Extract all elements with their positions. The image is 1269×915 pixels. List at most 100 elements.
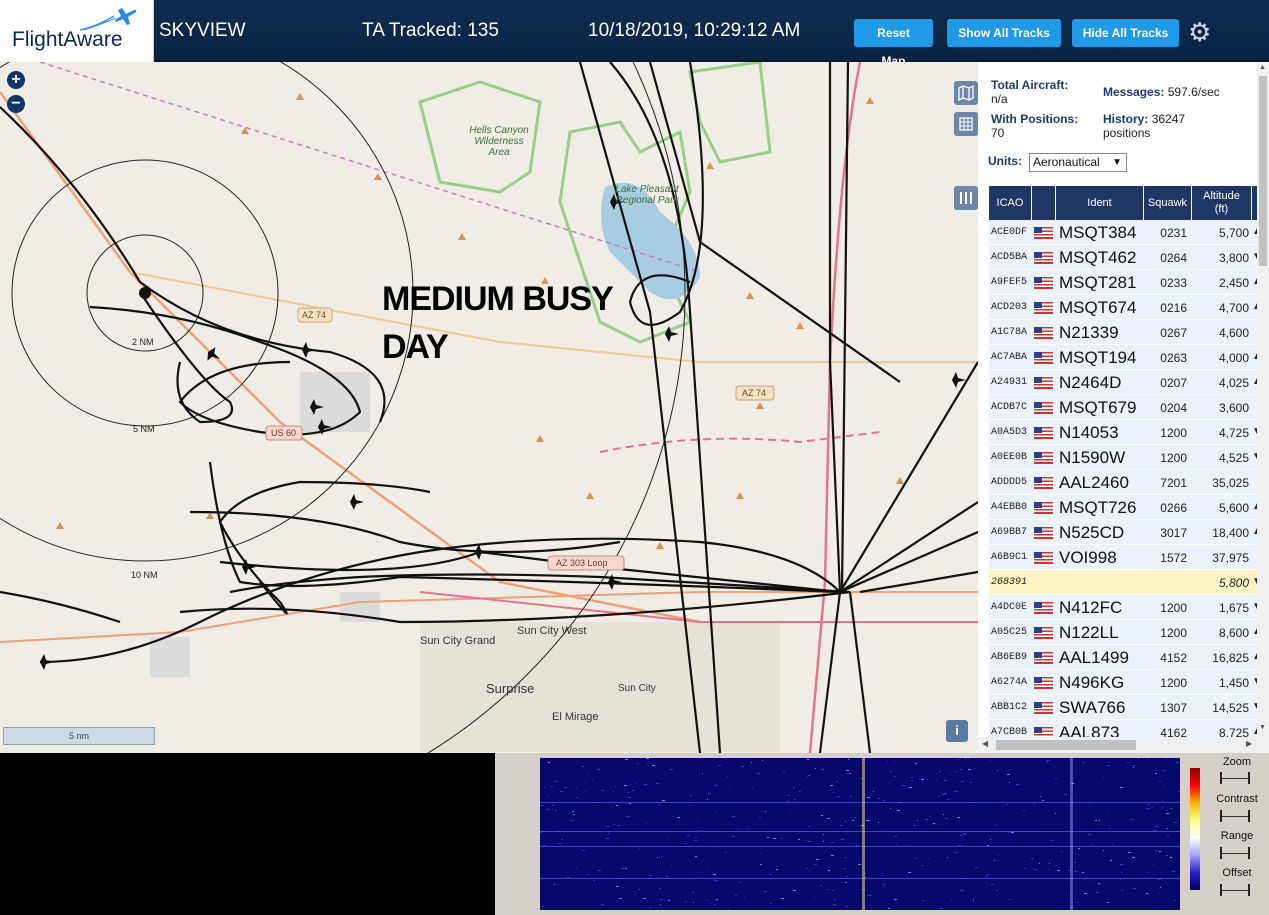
with-positions-value: 70 <box>991 126 1005 140</box>
row-icao: A4DC0E <box>991 602 1028 613</box>
chevron-down-icon: ▼ <box>1112 157 1122 168</box>
gear-icon[interactable]: ⚙ <box>1188 17 1211 48</box>
contrast-slider[interactable] <box>1220 810 1250 822</box>
spectrum-waterfall[interactable] <box>540 758 1180 910</box>
row-squawk: 0264 <box>1160 251 1187 265</box>
table-row[interactable]: A6B9C1 VOI998 1572 37,975 <box>989 545 1257 570</box>
table-row[interactable]: A05C25N122LL12008,600▲ <box>989 620 1262 645</box>
row-ident: MSQT726 <box>1059 498 1137 517</box>
row-icao: ACD5BA <box>991 252 1028 263</box>
table-row[interactable]: ACD203MSQT67402164,700▲ <box>989 295 1262 320</box>
scroll-up-icon[interactable]: ▲ <box>1259 64 1266 71</box>
table-row[interactable]: ACD5BAMSQT46202643,800▼ <box>989 245 1262 270</box>
offset-slider[interactable] <box>1220 884 1250 896</box>
history-label: History: <box>1103 112 1149 126</box>
row-icao: A1C78A <box>991 327 1028 338</box>
col-ident[interactable]: Ident <box>1056 186 1144 220</box>
row-icao: ACE0DF <box>991 227 1028 238</box>
row-squawk: 0266 <box>1160 501 1187 515</box>
table-row[interactable]: A0EE0BN1590W12004,525▼ <box>989 445 1262 470</box>
panel-scrollbar-horizontal[interactable]: ◀ ▶ <box>978 737 1269 753</box>
range-label: Range <box>1220 830 1254 842</box>
range-label-2nm: 2 NM <box>132 337 154 347</box>
table-row[interactable]: A69BB7N525CD301718,400▲ <box>989 520 1262 545</box>
row-ident: N496KG <box>1059 673 1125 692</box>
row-altitude: 4,600 <box>1218 326 1249 340</box>
row-ident: MSQT462 <box>1059 248 1137 267</box>
map-label-lake: Lake Pleasant Regional Park <box>615 184 679 206</box>
with-positions-label: With Positions: <box>991 112 1079 126</box>
table-row[interactable]: A0A5D3N1405312004,725▼ <box>989 420 1262 445</box>
us-flag-icon <box>1034 652 1053 664</box>
row-squawk: 7201 <box>1160 476 1187 490</box>
flightaware-logo[interactable]: FlightAware <box>0 0 154 62</box>
row-ident: N122LL <box>1059 623 1119 642</box>
row-altitude: 2,450 <box>1218 276 1249 290</box>
table-row[interactable]: A1C78A N21339 0267 4,600 <box>989 320 1257 345</box>
row-ident: MSQT674 <box>1059 298 1137 317</box>
col-icao[interactable]: ICAO <box>989 186 1032 220</box>
row-altitude: 4,525 <box>1218 451 1249 465</box>
row-icao: A0EE0B <box>991 452 1028 463</box>
zoom-in-icon[interactable]: + <box>7 71 25 89</box>
zoom-slider[interactable] <box>1220 772 1250 784</box>
header-bar: FlightAware SKYVIEW TA Tracked: 135 10/1… <box>0 0 1269 68</box>
range-slider[interactable] <box>1220 847 1250 859</box>
row-icao: A05C25 <box>991 627 1028 638</box>
table-row[interactable]: ADDDD5 AAL2460 7201 35,025 <box>989 470 1257 495</box>
annotation-line-2: DAY <box>382 328 449 366</box>
panel-scrollbar-vertical[interactable]: ▲ ▼ <box>1257 62 1269 737</box>
row-squawk: 3017 <box>1160 526 1187 540</box>
us-flag-icon <box>1034 677 1053 689</box>
map-view[interactable]: Hells Canyon Wilderness Area Lake Pleasa… <box>0 62 978 753</box>
map-layers-icon[interactable] <box>954 81 978 105</box>
with-positions: With Positions: 70 <box>991 112 1078 140</box>
table-row[interactable]: ABB1C2SWA766130714,525▼ <box>989 695 1262 720</box>
reset-map-button[interactable]: Reset Map <box>854 19 933 68</box>
scroll-down-icon[interactable]: ▼ <box>1259 724 1266 731</box>
row-squawk: 0267 <box>1160 326 1187 340</box>
table-row[interactable]: A9FEF5MSQT28102332,450▲ <box>989 270 1262 295</box>
table-row[interactable]: A24931N2464D02074,025▲ <box>989 370 1262 395</box>
row-ident: N525CD <box>1059 523 1125 542</box>
scroll-right-icon[interactable]: ▶ <box>1246 739 1252 748</box>
aircraft-table-body: ACE0DFMSQT38402315,700▲ ACD5BA MSQT462 0264… <box>989 220 1262 745</box>
row-altitude: 5,700 <box>1218 226 1249 240</box>
us-flag-icon <box>1034 277 1053 289</box>
scroll-thumb[interactable] <box>1259 76 1267 266</box>
total-aircraft-label: Total Aircraft: <box>991 78 1069 92</box>
scroll-left-icon[interactable]: ◀ <box>982 739 988 748</box>
table-row[interactable]: AC7ABAMSQT19402634,000▲ <box>989 345 1262 370</box>
table-row[interactable]: A4DC0EN412FC12001,675▼ <box>989 595 1262 620</box>
annotation-line-1: MEDIUM BUSY <box>382 280 614 318</box>
map-label-us60: US 60 <box>271 428 297 438</box>
info-icon[interactable]: i <box>946 720 968 742</box>
scroll-thumb-horizontal[interactable] <box>996 740 1136 750</box>
show-all-tracks-button[interactable]: Show All Tracks <box>947 19 1061 47</box>
zoom-out-icon[interactable]: − <box>7 95 25 113</box>
table-row[interactable]: A4EBB0MSQT72602665,600▲ <box>989 495 1262 520</box>
row-icao: A4EBB0 <box>991 502 1028 513</box>
row-icao: ABB1C2 <box>991 702 1028 713</box>
row-squawk: 1200 <box>1160 601 1187 615</box>
row-ident: N412FC <box>1059 598 1123 617</box>
app-name: SKYVIEW <box>159 20 246 41</box>
map-canvas[interactable] <box>0 62 978 753</box>
col-altitude[interactable]: Altitude (ft) <box>1192 186 1252 220</box>
col-flag[interactable] <box>1032 186 1056 220</box>
row-altitude: 4,725 <box>1218 426 1249 440</box>
grid-icon[interactable] <box>954 112 978 136</box>
table-row[interactable]: A6274AN496KG12001,450▼ <box>989 670 1262 695</box>
units-select[interactable]: Aeronautical ▼ <box>1029 153 1127 172</box>
table-row[interactable]: 2683915,800▼ <box>989 570 1262 595</box>
hide-all-tracks-button[interactable]: Hide All Tracks <box>1072 19 1179 47</box>
row-altitude: 5,800 <box>1218 576 1249 590</box>
table-row[interactable]: ACDB7C MSQT679 0204 3,600 <box>989 395 1257 420</box>
columns-icon[interactable] <box>954 186 978 210</box>
col-squawk[interactable]: Squawk <box>1144 186 1192 220</box>
table-row[interactable]: ACE0DFMSQT38402315,700▲ <box>989 220 1262 245</box>
waterfall-canvas <box>540 758 1180 910</box>
table-row[interactable]: AB6EB9AAL1499415216,825▲ <box>989 645 1262 670</box>
messages-label: Messages: <box>1103 85 1165 99</box>
history: History: 36247 positions <box>1103 112 1185 140</box>
